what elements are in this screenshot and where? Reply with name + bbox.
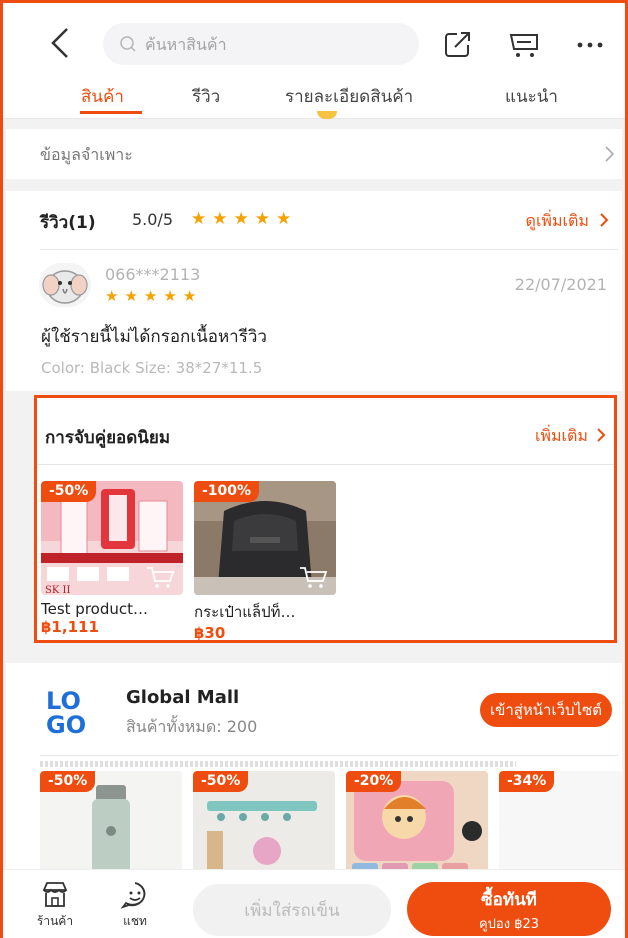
product-name: กระเป๋าแล็ปท็… <box>194 603 296 621</box>
more-icon[interactable] <box>573 27 607 61</box>
discount-badge: -34% <box>499 771 555 792</box>
review-text: ผู้ใช้รายนี้ไม่ได้กรอกเนื้อหารีวิว <box>41 327 267 347</box>
shop-logo-text-bottom: GO <box>46 711 86 737</box>
divider <box>40 755 618 756</box>
shop-product-count: สินค้าทั้งหมด: 200 <box>126 717 258 736</box>
reviews-see-more-link[interactable]: ดูเพิ่มเติม <box>526 209 610 234</box>
active-tab-indicator <box>80 111 142 114</box>
chevron-right-icon <box>597 428 606 442</box>
star-icon: ★ <box>212 209 228 229</box>
shop-logo[interactable]: LO GO <box>42 685 104 737</box>
popular-pairing-more-label: เพิ่มเติม <box>534 426 588 445</box>
page-frame: สินค้า รีวิว รายละเอียดสินค้า แนะนำ ข้อม… <box>0 0 628 938</box>
partial-text-strip <box>40 761 516 767</box>
chat-label: แชท <box>123 914 147 928</box>
specifications-label: ข้อมูลจำเพาะ <box>40 145 133 164</box>
star-icon: ★ <box>143 287 158 305</box>
tab-recommended[interactable]: แนะนำ <box>505 83 558 110</box>
star-icon: ★ <box>191 209 207 229</box>
store-icon <box>42 882 68 907</box>
shop-name: Global Mall <box>126 687 240 708</box>
search-bar[interactable] <box>103 23 419 65</box>
bottom-action-bar: ร้านค้า แชท เพิ่มใส่รถเข็น ซื้อทันที คูป… <box>3 869 625 938</box>
star-icon: ★ <box>163 287 177 305</box>
shop-section: LO GO Global Mall สินค้าทั้งหมด: 200 เข้… <box>6 663 622 883</box>
reviews-rating-stars: ★ ★ ★ ★ ★ <box>191 211 291 228</box>
add-to-cart-icon[interactable] <box>298 565 328 589</box>
popular-pairing-more-link[interactable]: เพิ่มเติม <box>535 424 606 449</box>
tab-bar: สินค้า รีวิว รายละเอียดสินค้า แนะนำ <box>3 77 625 119</box>
specifications-row[interactable]: ข้อมูลจำเพาะ <box>6 129 622 179</box>
tab-details[interactable]: รายละเอียดสินค้า <box>285 83 413 110</box>
star-icon: ★ <box>124 287 138 305</box>
store-button[interactable]: ร้านค้า <box>31 880 79 931</box>
brand-mark: SK II <box>45 585 70 595</box>
back-arrow-icon[interactable] <box>47 23 73 63</box>
star-icon: ★ <box>105 287 119 305</box>
tab-product[interactable]: สินค้า <box>81 83 124 110</box>
review-item-stars: ★ ★ ★ ★ ★ <box>105 289 196 304</box>
popular-pairing-section: การจับคู่ยอดนิยม เพิ่มเติม SK II -50% Te… <box>34 395 617 643</box>
star-icon: ★ <box>276 209 292 229</box>
search-input[interactable] <box>145 34 395 54</box>
shop-product-card[interactable]: -20% <box>346 771 488 883</box>
coupon-label: คูปอง ฿23 <box>478 917 540 932</box>
chevron-right-icon <box>605 146 615 162</box>
cart-icon[interactable] <box>507 27 541 61</box>
bundle-product-card[interactable]: SK II -50% Test product… ฿1,111 <box>41 481 183 636</box>
discount-badge: -50% <box>41 481 97 502</box>
reviewer-avatar <box>39 263 91 307</box>
star-icon: ★ <box>233 209 249 229</box>
product-image: SK II -50% <box>41 481 183 595</box>
reviews-title: รีวิว(1) <box>40 213 96 233</box>
star-icon: ★ <box>182 287 197 305</box>
product-image: -100% <box>194 481 336 595</box>
add-to-cart-icon[interactable] <box>145 565 175 589</box>
search-icon <box>120 36 136 52</box>
bundle-product-card[interactable]: -100% กระเป๋าแล็ปท็… ฿30 <box>194 481 336 642</box>
product-price: ฿30 <box>194 624 226 642</box>
product-price: ฿1,111 <box>41 618 99 636</box>
discount-badge: -50% <box>193 771 249 792</box>
chevron-right-icon <box>600 213 609 227</box>
popular-pairing-title: การจับคู่ยอดนิยม <box>45 428 171 448</box>
discount-badge: -50% <box>40 771 96 792</box>
chat-button[interactable]: แชท <box>111 880 159 931</box>
buy-now-label: ซื้อทันที <box>481 890 537 910</box>
review-date: 22/07/2021 <box>514 275 607 294</box>
chat-icon <box>120 882 146 909</box>
visit-shop-button[interactable]: เข้าสู่หน้าเว็บไซต์ <box>479 693 612 727</box>
buy-now-button[interactable]: ซื้อทันที คูปอง ฿23 <box>407 882 611 936</box>
product-name: Test product… <box>41 600 148 618</box>
shop-product-card[interactable]: -50% <box>40 771 182 883</box>
add-to-cart-button[interactable]: เพิ่มใส่รถเข็น <box>193 884 391 936</box>
share-icon[interactable] <box>441 27 475 61</box>
reviews-see-more-label: ดูเพิ่มเติม <box>525 211 589 230</box>
reviewer-name: 066***2113 <box>105 265 201 284</box>
shop-product-card[interactable]: -50% <box>193 771 335 883</box>
divider <box>37 464 614 465</box>
discount-badge: -100% <box>194 481 260 502</box>
header: สินค้า รีวิว รายละเอียดสินค้า แนะนำ <box>3 3 625 119</box>
tab-reviews[interactable]: รีวิว <box>192 83 220 110</box>
reviews-score: 5.0/5 <box>132 210 174 229</box>
store-label: ร้านค้า <box>36 914 74 928</box>
star-icon: ★ <box>254 209 270 229</box>
shop-product-card[interactable]: -34% <box>499 771 622 883</box>
review-variant: Color: Black Size: 38*27*11.5 <box>41 359 263 377</box>
discount-badge: -20% <box>346 771 402 792</box>
divider <box>40 249 618 250</box>
